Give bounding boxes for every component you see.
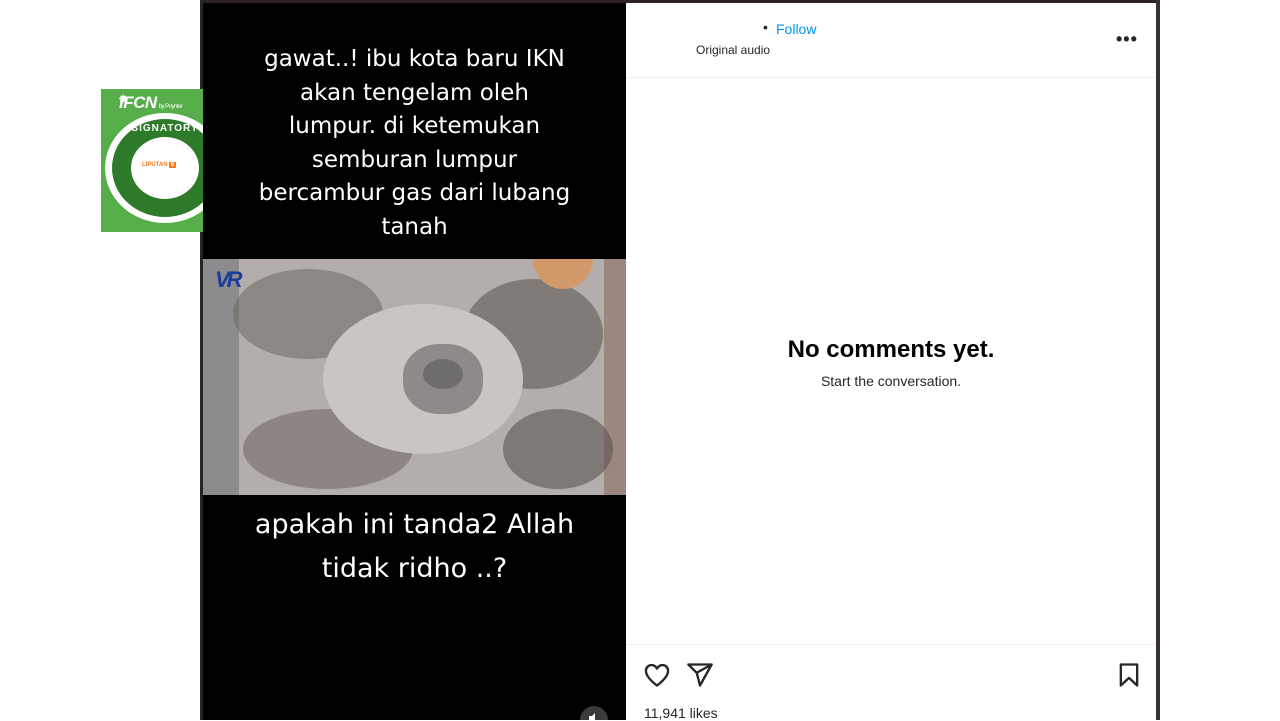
follow-button[interactable]: Follow: [776, 21, 816, 37]
video-caption-top: gawat..! ibu kota baru IKN akan tengelam…: [258, 46, 571, 240]
liputan-text: LIPUTAN: [142, 162, 168, 168]
mud-bubble: [423, 359, 463, 389]
share-icon[interactable]: [686, 661, 714, 689]
likes-count[interactable]: 11,941 likes: [644, 705, 718, 721]
heart-icon[interactable]: [643, 661, 671, 689]
no-comments-title: No comments yet.: [787, 336, 995, 363]
original-audio-link[interactable]: Original audio: [696, 43, 770, 57]
liputan6-logo: LIPUTAN 6: [142, 162, 176, 168]
speaker-muted-icon[interactable]: [580, 706, 608, 720]
video-frame: VR: [203, 259, 626, 495]
post-header: • Follow Original audio •••: [626, 3, 1156, 78]
ifcn-logo-text: IFCN: [119, 93, 157, 112]
ifcn-logo-sub: by Poynter: [158, 104, 183, 110]
share-icon-glyph: [687, 663, 713, 687]
badge-center: LIPUTAN 6: [131, 137, 199, 199]
video-caption-bottom: apakah ini tanda2 Allah tidak ridho ..?: [254, 509, 575, 584]
frame-edge-left: [203, 259, 239, 495]
mud-patch: [503, 409, 613, 489]
bookmark-icon[interactable]: [1115, 661, 1143, 689]
bookmark-icon-glyph: [1119, 663, 1139, 687]
vr-watermark-text: VR: [215, 267, 243, 292]
header-separator: •: [763, 19, 768, 35]
action-bar: 11,941 likes: [626, 644, 1156, 721]
no-comments-subtitle: Start the conversation.: [820, 373, 962, 389]
ifcn-logo: IFCN by Poynter: [119, 93, 183, 113]
speaker-icon-glyph: [589, 713, 595, 720]
vr-watermark-logo: VR: [215, 267, 243, 293]
heart-icon-glyph: [644, 663, 670, 687]
comments-panel: • Follow Original audio ••• No comments …: [626, 3, 1156, 721]
post-video[interactable]: gawat..! ibu kota baru IKN akan tengelam…: [203, 3, 626, 720]
backdrop-edge: [1156, 0, 1160, 720]
liputan-six-mark: 6: [168, 162, 176, 168]
more-options-button[interactable]: •••: [1116, 29, 1138, 50]
